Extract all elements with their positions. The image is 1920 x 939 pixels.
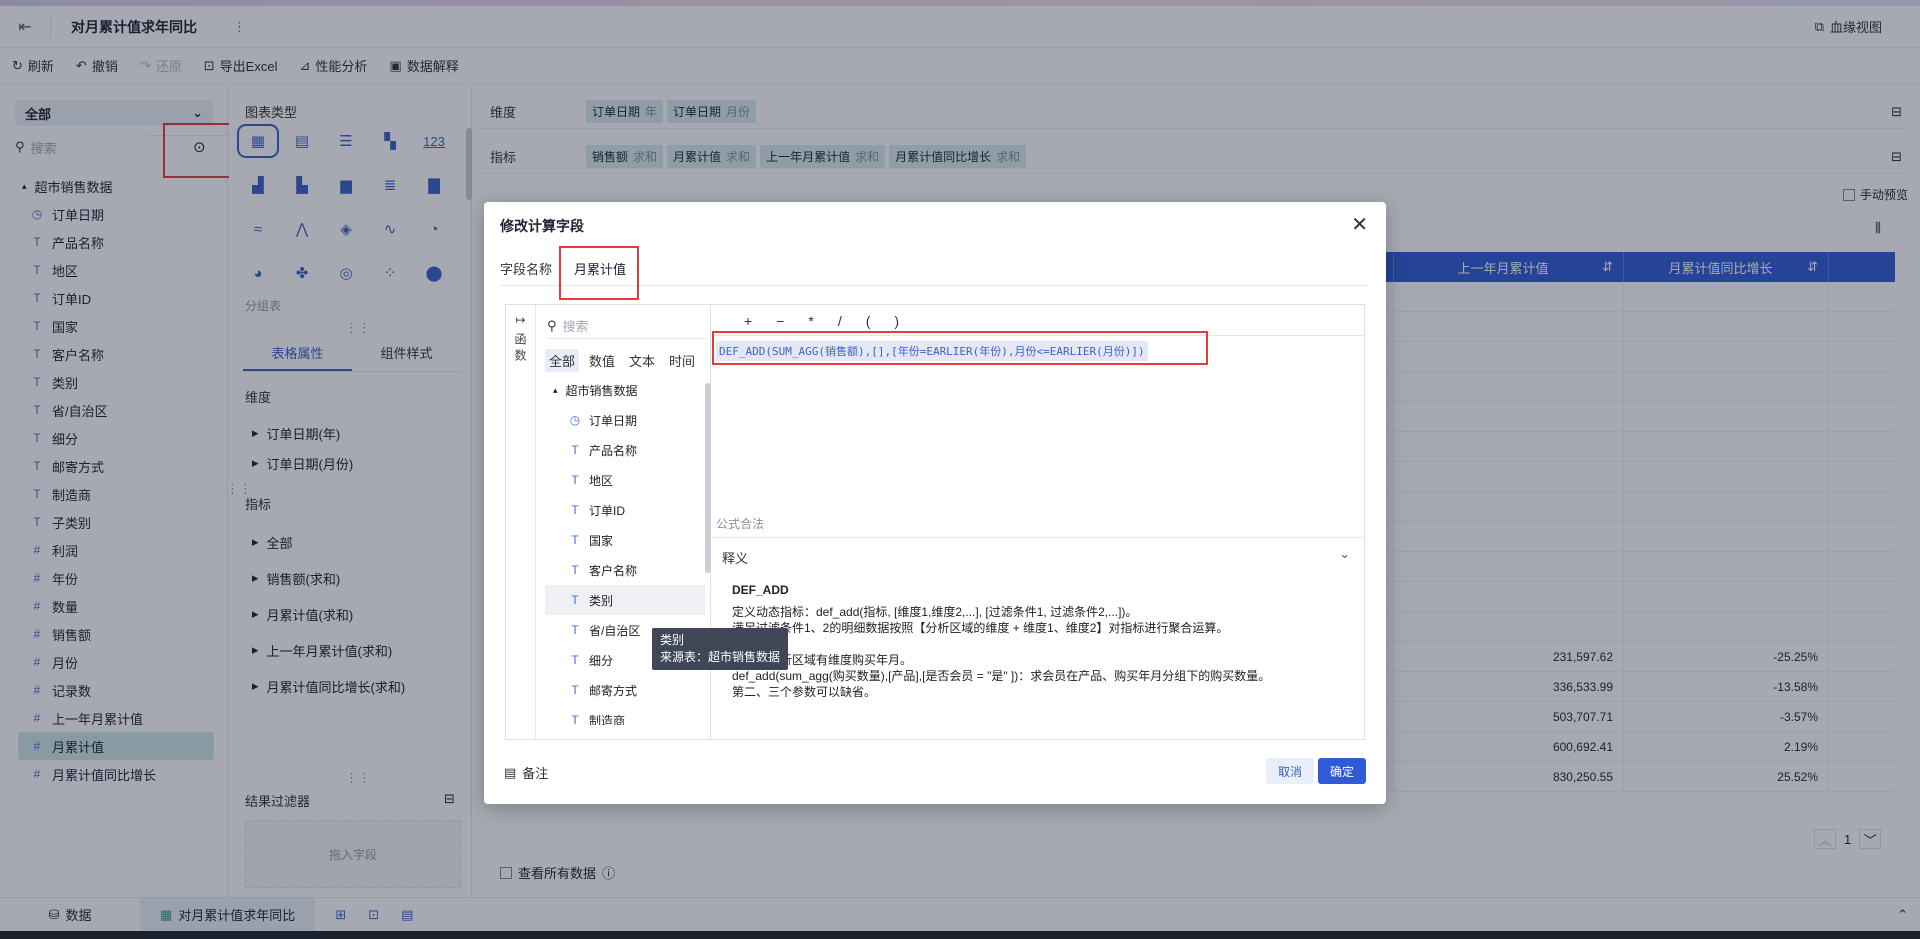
formula-valid: 公式合法 xyxy=(716,517,765,531)
operator-button[interactable]: ( xyxy=(866,313,871,329)
field-type-icon: T xyxy=(571,593,579,607)
explanation-body: DEF_ADD 定义动态指标：def_add(指标, [维度1,维度2,...]… xyxy=(732,582,1352,700)
explanation-line: 第二、三个参数可以缺省。 xyxy=(732,685,877,699)
search-icon: ⚲ xyxy=(547,317,557,333)
field-type-icon: ◷ xyxy=(569,413,581,427)
highlight-box-name xyxy=(559,246,639,300)
picker-tabs: 全部 数值 文本 时间 xyxy=(545,349,699,372)
field-type-icon: T xyxy=(571,473,579,487)
expand-icon[interactable]: ↦ xyxy=(515,313,525,327)
picker-field-item[interactable]: ◷ 订单日期 xyxy=(545,405,705,435)
triangle-down-icon: ▴ xyxy=(553,384,558,395)
operator-button[interactable]: / xyxy=(838,313,842,329)
picker-root[interactable]: ▴ 超市销售数据 xyxy=(545,375,705,405)
operator-button[interactable]: ) xyxy=(894,313,899,329)
dialog-title: 修改计算字段 xyxy=(500,218,584,234)
operator-button[interactable]: − xyxy=(776,313,784,329)
note-button[interactable]: ▤ 备注 xyxy=(504,763,548,782)
formula-editor: ↦ 函数 ⚲ 搜索 全部 数值 文本 时间 ▴ 超市销售数据 ◷ 订单日期 T 产品名称 T 地区… xyxy=(505,304,1365,740)
picker-search[interactable]: ⚲ 搜索 xyxy=(547,313,707,339)
formula-area: + − * /() DEF_ADD(SUM_AGG(销售额),[],[年份=EARLI… xyxy=(712,305,1364,537)
picker-field-label: 客户名称 xyxy=(589,563,638,578)
tooltip-name: 类别 xyxy=(660,633,685,647)
highlight-box-formula xyxy=(712,331,1208,365)
picker-field-item[interactable]: T 产品名称 xyxy=(545,435,705,465)
field-type-icon: T xyxy=(571,443,579,457)
explanation-line: 满足过滤条件1、2的明细数据按照【分析区域的维度 + 维度1、维度2】对指标进行… xyxy=(732,621,1229,635)
field-type-icon: T xyxy=(571,533,579,547)
operator-bar: + − * / () xyxy=(744,313,899,329)
picker-field-item[interactable]: T 订单ID xyxy=(545,495,705,525)
explanation-panel: 释义 ⌄ DEF_ADD 定义动态指标：def_add(指标, [维度1,维度2… xyxy=(712,537,1364,739)
picker-tab[interactable]: 数值 xyxy=(585,349,619,372)
explanation-line: 定义动态指标：def_add(指标, [维度1,维度2,...], [过滤条件1… xyxy=(732,605,1138,619)
field-type-icon: T xyxy=(571,653,579,667)
note-label: 备注 xyxy=(522,766,549,781)
picker-field-label: 订单ID xyxy=(589,503,626,518)
picker-root-label: 超市销售数据 xyxy=(565,383,638,398)
picker-search-placeholder: 搜索 xyxy=(562,319,589,334)
cancel-button[interactable]: 取消 xyxy=(1266,758,1315,784)
picker-tab[interactable]: 全部 xyxy=(545,349,580,372)
picker-field-item[interactable]: T 制造商 xyxy=(545,705,705,725)
field-type-icon: T xyxy=(571,713,579,725)
picker-tab[interactable]: 时间 xyxy=(665,349,699,372)
picker-field-item[interactable]: T 客户名称 xyxy=(545,555,705,585)
field-picker: ⚲ 搜索 全部 数值 文本 时间 ▴ 超市销售数据 ◷ 订单日期 T 产品名称 T 地区 T 订单ID… xyxy=(537,305,711,739)
function-rail[interactable]: ↦ 函数 xyxy=(506,305,536,739)
picker-field-label: 产品名称 xyxy=(589,443,638,458)
function-name: DEF_ADD xyxy=(732,583,789,597)
picker-field-label: 国家 xyxy=(589,533,614,548)
picker-field-item[interactable]: T 邮寄方式 xyxy=(545,675,705,705)
picker-field-label: 制造商 xyxy=(589,713,626,726)
confirm-button[interactable]: 确定 xyxy=(1318,758,1367,784)
explanation-line: 前提：分析区域有维度购买年月。 xyxy=(732,653,913,667)
function-rail-label: 函数 xyxy=(513,333,527,365)
note-icon: ▤ xyxy=(504,764,517,780)
field-type-icon: T xyxy=(571,623,579,637)
field-type-icon: T xyxy=(571,503,579,517)
field-type-icon: T xyxy=(571,683,579,697)
tooltip-source: 来源表：超市销售数据 xyxy=(660,650,781,664)
explanation-line: 示例： xyxy=(732,636,1352,652)
picker-field-label: 订单日期 xyxy=(589,413,638,428)
field-name-label: 字段名称 xyxy=(500,262,553,277)
picker-scrollbar[interactable] xyxy=(705,383,711,573)
picker-field-item[interactable]: T 地区 xyxy=(545,465,705,495)
operator-button[interactable]: + xyxy=(744,313,752,329)
picker-field-label: 地区 xyxy=(589,473,614,488)
edit-calc-field-dialog: 修改计算字段 ✕ 字段名称 月累计值 ↦ 函数 ⚲ 搜索 全部 数值 文本 时间 ▴ 超… xyxy=(484,202,1386,804)
picker-field-label: 邮寄方式 xyxy=(589,683,638,698)
explanation-line: def_add(sum_agg(购买数量),[产品],[是否会员 = "是" ]… xyxy=(732,669,1271,683)
picker-tab[interactable]: 文本 xyxy=(625,349,659,372)
picker-field-label: 省/自治区 xyxy=(589,623,641,638)
picker-field-item[interactable]: T 国家 xyxy=(545,525,705,555)
close-icon[interactable]: ✕ xyxy=(1351,212,1368,237)
picker-field-list: ▴ 超市销售数据 ◷ 订单日期 T 产品名称 T 地区 T 订单ID T 国家 T 客户名称 T 类别 T 省/… xyxy=(545,375,705,725)
picker-field-item[interactable]: T 类别 xyxy=(545,585,705,615)
picker-field-label: 类别 xyxy=(589,593,614,608)
picker-field-label: 细分 xyxy=(589,653,614,668)
operator-button[interactable]: * xyxy=(808,313,813,329)
explanation-title: 释义 xyxy=(722,551,749,566)
field-type-icon: T xyxy=(571,563,579,577)
field-tooltip: 类别 来源表：超市销售数据 xyxy=(652,628,788,670)
chevron-down-icon[interactable]: ⌄ xyxy=(1339,546,1350,562)
